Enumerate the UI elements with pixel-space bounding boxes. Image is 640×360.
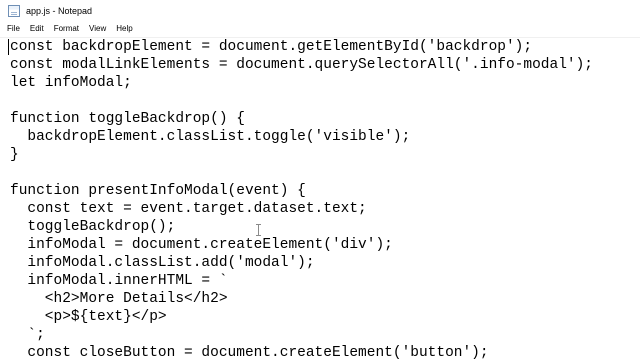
text-caret	[8, 39, 9, 55]
code-line-9: function presentInfoModal(event) {	[10, 183, 306, 199]
code-line-2: const modalLinkElements = document.query…	[10, 57, 593, 73]
code-line-17: `;	[10, 327, 45, 343]
code-line-5: function toggleBackdrop() {	[10, 111, 245, 127]
code-line-11: toggleBackdrop();	[10, 219, 176, 235]
notepad-window: app.js - Notepad File Edit Format View H…	[0, 0, 640, 360]
menu-view[interactable]: View	[84, 21, 111, 37]
code-line-6: backdropElement.classList.toggle('visibl…	[10, 129, 411, 145]
code-line-15: <h2>More Details</h2>	[10, 291, 228, 307]
menu-edit[interactable]: Edit	[25, 21, 49, 37]
code-line-1: const backdropElement = document.getElem…	[10, 39, 533, 55]
code-line-13: infoModal.classList.add('modal');	[10, 255, 315, 271]
menu-bar: File Edit Format View Help	[0, 21, 640, 38]
code-line-18: const closeButton = document.createEleme…	[10, 345, 489, 360]
menu-file[interactable]: File	[0, 21, 25, 37]
ibeam-cursor-icon	[256, 224, 262, 236]
title-bar[interactable]: app.js - Notepad	[0, 0, 640, 21]
code-line-14: infoModal.innerHTML = `	[10, 273, 228, 289]
code-line-10: const text = event.target.dataset.text;	[10, 201, 367, 217]
text-editor-area[interactable]: const backdropElement = document.getElem…	[0, 38, 640, 360]
menu-help[interactable]: Help	[111, 21, 137, 37]
notepad-icon	[8, 4, 20, 17]
code-line-16: <p>${text}</p>	[10, 309, 167, 325]
code-line-7: }	[10, 147, 19, 163]
window-title: app.js - Notepad	[26, 5, 93, 16]
code-line-12: infoModal = document.createElement('div'…	[10, 237, 393, 253]
code-line-3: let infoModal;	[10, 75, 132, 91]
menu-format[interactable]: Format	[49, 21, 84, 37]
